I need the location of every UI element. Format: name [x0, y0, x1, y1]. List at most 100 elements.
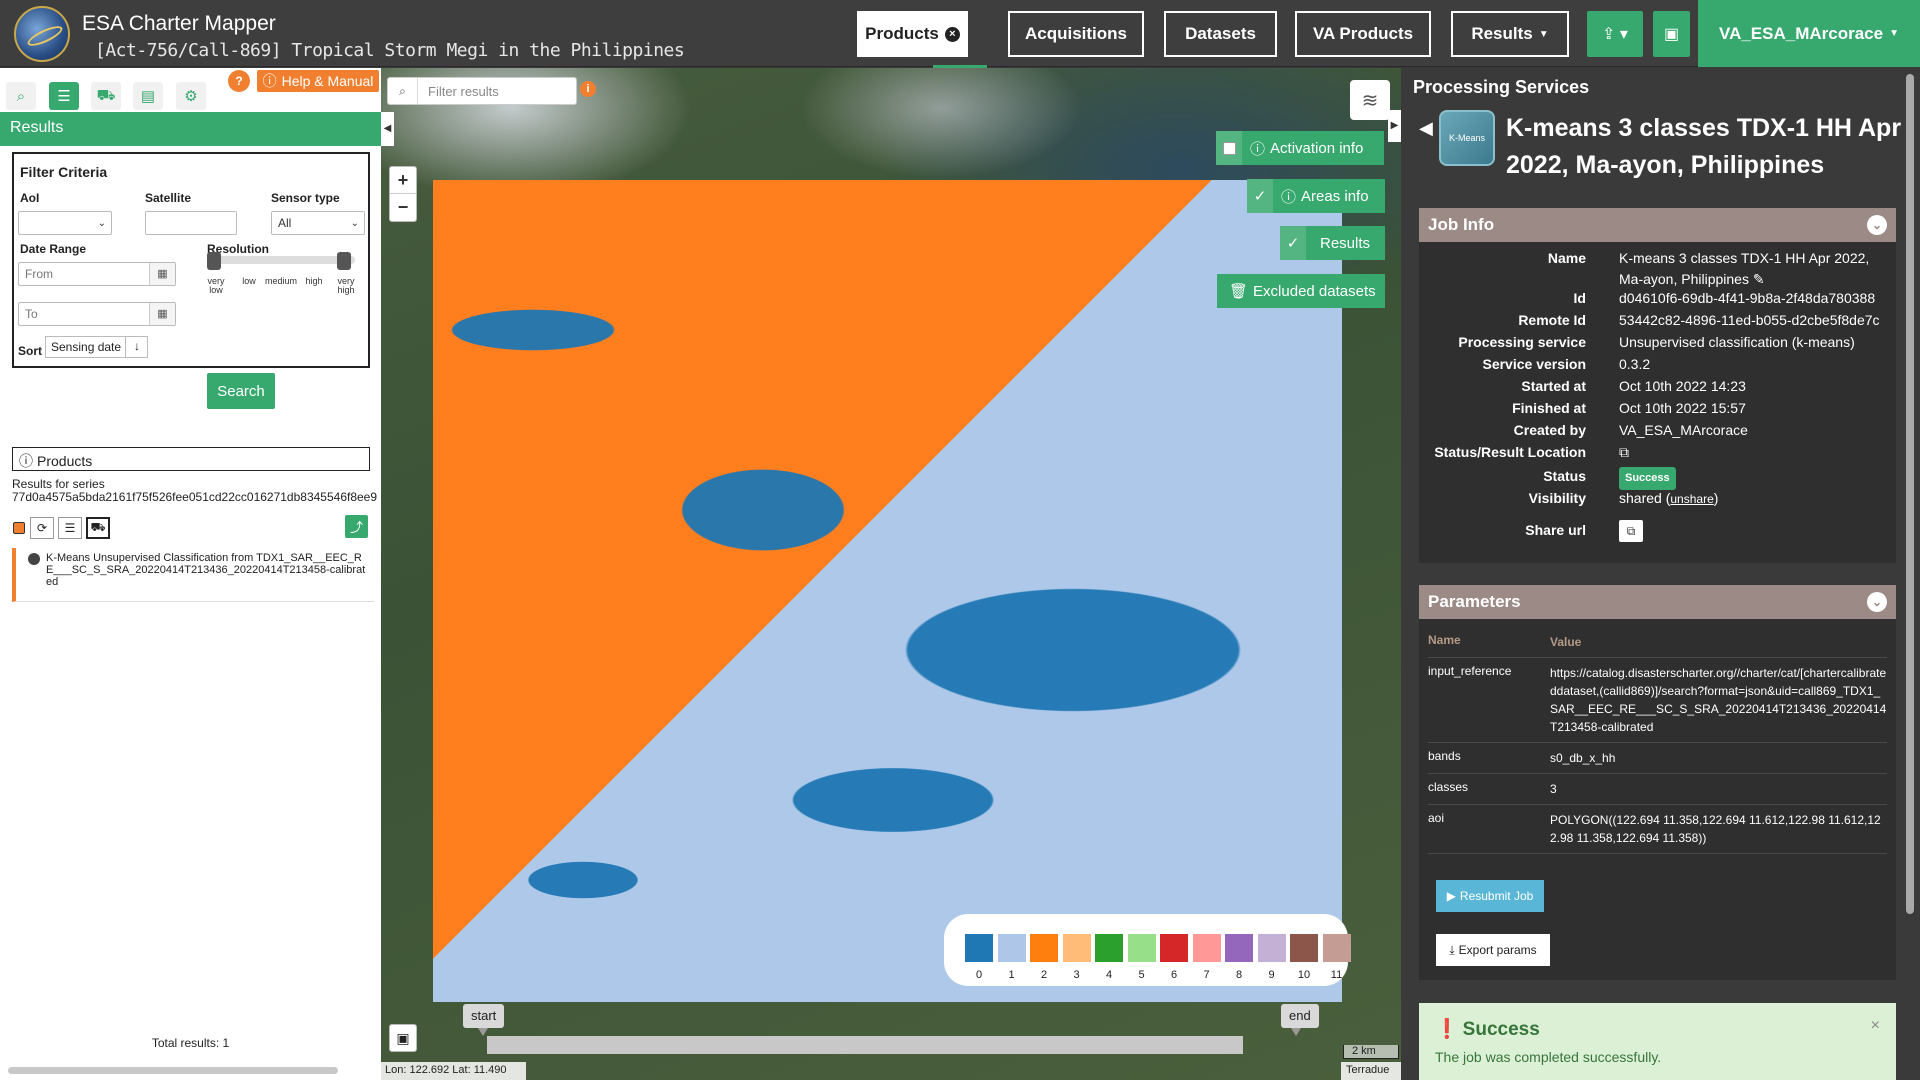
add-to-basket-button[interactable]: ⛟ [86, 517, 110, 539]
resubmit-job-button[interactable]: ▶ Resubmit Job [1436, 880, 1544, 912]
briefcase-button[interactable]: ▣ [1653, 11, 1690, 57]
help-question-button[interactable]: ? [228, 70, 250, 92]
unshare-link[interactable]: unshare [1670, 492, 1713, 506]
basket-icon: ⛟ [96, 86, 116, 104]
map-view[interactable]: ⌕ Filter results i ◀ + − ≋ ⓘ Activation i… [381, 68, 1401, 1080]
activation-info-checkbox[interactable] [1216, 131, 1242, 165]
search-button[interactable]: Search [207, 373, 275, 409]
nav-acquisitions[interactable]: Acquisitions [1008, 11, 1144, 57]
refresh-button[interactable]: ⟳ [30, 517, 54, 539]
legend-label: 9 [1268, 969, 1275, 981]
timeline-end-pin[interactable] [1291, 1028, 1301, 1036]
horizontal-scrollbar[interactable] [8, 1067, 338, 1074]
select-all-checkbox[interactable] [12, 517, 26, 539]
nav-datasets[interactable]: Datasets [1164, 11, 1277, 57]
refresh-icon: ⟳ [36, 521, 48, 535]
back-icon[interactable]: ◀ [1419, 118, 1433, 139]
nav-results[interactable]: Results ▼ [1451, 11, 1569, 57]
checkbox-icon [1222, 141, 1236, 155]
play-icon: ▶ [1446, 889, 1456, 903]
info-icon[interactable]: i [580, 81, 596, 97]
results-toggle-label: Results [1320, 234, 1371, 252]
legend-label: 3 [1073, 969, 1080, 981]
kmeans-service-icon: K-Means [1439, 110, 1495, 166]
job-info-key: Finished at [1512, 400, 1586, 416]
layers-button[interactable]: ≋ [1350, 80, 1390, 120]
results-checkbox[interactable]: ✓ [1280, 226, 1306, 260]
charter-logo-icon [14, 6, 70, 62]
processing-services-title: Processing Services [1413, 77, 1590, 97]
job-info-value: Oct 10th 2022 15:57 [1619, 400, 1746, 416]
search-icon: ⌕ [388, 78, 418, 104]
activation-info-toggle[interactable]: ⓘ Activation info [1216, 131, 1384, 165]
activation-info-label: Activation info [1270, 139, 1364, 157]
chevron-down-icon[interactable]: ⌄ [1867, 215, 1887, 235]
scale-bar: 2 km [1343, 1045, 1399, 1059]
list-item[interactable]: K-Means Unsupervised Classification from… [12, 548, 374, 602]
job-info-header[interactable]: Job Info ⌄ [1419, 208, 1896, 242]
info-icon: ⓘ [262, 73, 277, 89]
areas-info-checkbox[interactable]: ✓ [1247, 179, 1273, 213]
list-icon: ☰ [64, 521, 76, 535]
settings-tool-button[interactable]: ⚙ [176, 82, 206, 110]
close-icon[interactable]: × [944, 26, 960, 42]
resolution-slider-track[interactable] [207, 256, 355, 264]
upload-button[interactable]: ⇪ ▾ [1587, 11, 1643, 57]
areas-info-toggle[interactable]: ✓ ⓘ Areas info [1247, 179, 1385, 213]
sort-direction-button[interactable]: ↓ [125, 336, 148, 358]
collapse-left-panel-button[interactable]: ◀ [381, 112, 394, 146]
sensor-type-select[interactable]: All ⌄ [271, 211, 365, 235]
nav-products[interactable]: Products × [857, 11, 968, 57]
date-from-input[interactable]: From ▦ [18, 262, 176, 286]
resolution-tick: low [242, 276, 256, 286]
legend-swatch [1322, 934, 1351, 962]
trash-icon: 🗑 [1229, 283, 1249, 300]
archive-tool-button[interactable]: ▤ [133, 82, 163, 110]
basket-tool-button[interactable]: ⛟ [91, 82, 121, 110]
results-toggle[interactable]: ✓ Results [1280, 226, 1385, 260]
list-view-button[interactable]: ☰ [58, 517, 82, 539]
timeline-start-pin[interactable] [478, 1028, 488, 1036]
chevron-down-icon[interactable]: ⌄ [1867, 592, 1887, 612]
zoom-in-button[interactable]: + [390, 167, 416, 194]
user-menu[interactable]: VA_ESA_MArcorace ▼ [1698, 0, 1920, 67]
close-icon[interactable]: × [1871, 1017, 1880, 1035]
filter-results-input[interactable]: ⌕ Filter results [387, 77, 577, 105]
caret-down-icon: ▼ [1538, 28, 1549, 40]
column-header-name: Name [1428, 633, 1461, 647]
job-info-value: VA_ESA_MArcorace [1619, 422, 1748, 438]
date-to-input[interactable]: To ▦ [18, 302, 176, 326]
calendar-icon[interactable]: ▦ [149, 303, 175, 325]
resolution-slider-max-handle[interactable] [337, 252, 351, 270]
zoom-out-button[interactable]: − [390, 194, 416, 221]
help-manual-button[interactable]: ⓘ Help & Manual [257, 70, 379, 92]
table-row: input_reference https://catalog.disasters… [1428, 658, 1887, 743]
parameters-table: Name Value input_reference https://catalo… [1428, 627, 1887, 854]
classification-legend: 0 1 2 3 4 5 6 7 8 9 10 11 [944, 914, 1351, 986]
legend-item: 10 [1290, 934, 1318, 981]
satellite-input[interactable] [145, 211, 237, 235]
expand-overlay-button[interactable]: ▶ [1388, 110, 1401, 142]
aoi-select[interactable]: ⌄ [18, 211, 112, 235]
copy-icon[interactable]: ⧉ [1619, 520, 1643, 542]
total-results: Total results: 1 [151, 1036, 230, 1050]
products-section[interactable]: ⓘ Products [12, 447, 370, 471]
class-0-area [433, 180, 1342, 1002]
visibility-value: shared [1619, 490, 1662, 506]
vertical-scrollbar[interactable] [1906, 74, 1914, 914]
export-params-button[interactable]: ⤓ Export params [1436, 934, 1550, 966]
nav-va-products[interactable]: VA Products [1295, 11, 1431, 57]
resolution-slider-min-handle[interactable] [207, 252, 221, 270]
export-label: Export params [1458, 943, 1537, 957]
share-button[interactable]: ⤴ [345, 515, 368, 538]
timeline-track[interactable] [487, 1036, 1243, 1054]
calendar-icon[interactable]: ▦ [149, 263, 175, 285]
legend-label: 7 [1203, 969, 1210, 981]
excluded-datasets-button[interactable]: 🗑 Excluded datasets [1217, 274, 1385, 308]
list-tool-button[interactable]: ☰ [49, 82, 79, 110]
aoi-label: AoI [20, 191, 40, 205]
search-tool-button[interactable]: ⌕ [6, 82, 36, 110]
help-manual-label: Help & Manual [281, 73, 374, 89]
parameters-header[interactable]: Parameters ⌄ [1419, 585, 1896, 619]
fullscreen-button[interactable]: ▣ [389, 1024, 417, 1052]
